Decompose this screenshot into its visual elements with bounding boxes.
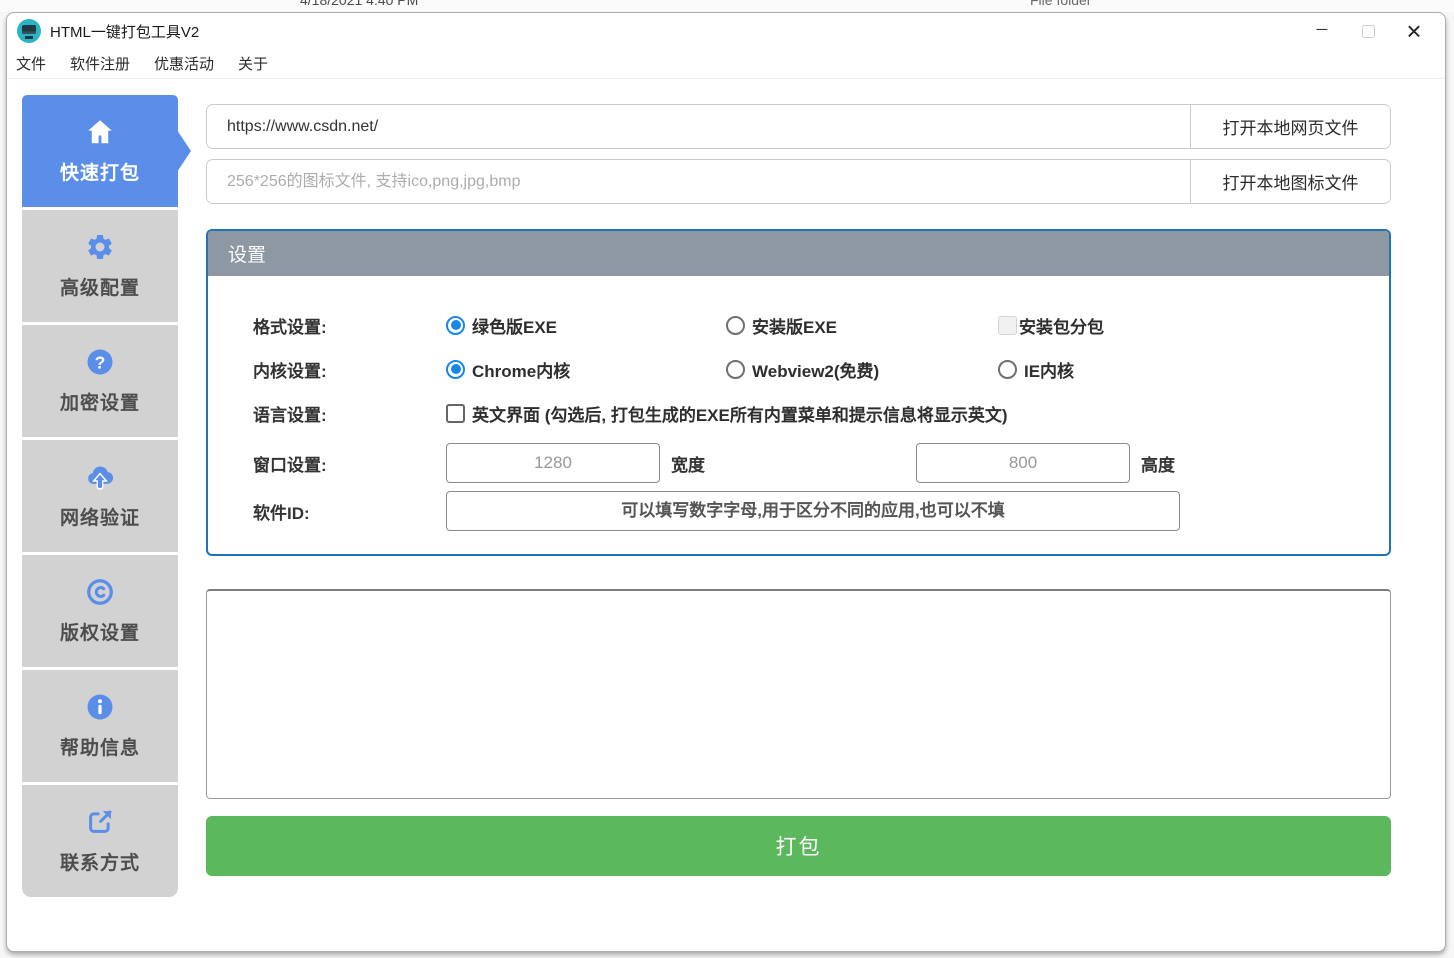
sidebar: 快速打包 高级配置 ? 加密设置 网络验证 版权设置 帮助信息 联系方式 bbox=[22, 95, 191, 897]
window-size-row: 窗口设置: 宽度 高度 bbox=[253, 443, 1389, 483]
radio-green-exe[interactable]: 绿色版EXE bbox=[446, 313, 726, 338]
window-controls: ─ × bbox=[1299, 13, 1437, 49]
window-title: HTML一键打包工具V2 bbox=[50, 23, 200, 41]
close-button[interactable]: × bbox=[1391, 13, 1437, 49]
copyright-icon bbox=[85, 577, 115, 607]
option-label: 绿色版EXE bbox=[472, 317, 558, 337]
info-icon bbox=[85, 692, 115, 722]
menu-item-register[interactable]: 软件注册 bbox=[70, 53, 130, 74]
radio-chrome-kernel[interactable]: Chrome内核 bbox=[446, 357, 726, 382]
language-settings-row: 语言设置: 英文界面 (勾选后, 打包生成的EXE所有内置菜单和提示信息将显示英… bbox=[253, 400, 1389, 426]
main-content: 打开本地网页文件 打开本地图标文件 设置 格式设置: 绿色版EXE 安装版EXE bbox=[206, 104, 1391, 876]
home-icon bbox=[85, 117, 115, 147]
checkbox-icon bbox=[446, 403, 465, 423]
option-label: Webview2(免费) bbox=[752, 361, 880, 381]
settings-panel: 设置 格式设置: 绿色版EXE 安装版EXE 安装包分包 内核设置: Chrom… bbox=[206, 229, 1391, 556]
desktop-text-fragment: File folder bbox=[1030, 0, 1092, 8]
menu-item-promo[interactable]: 优惠活动 bbox=[154, 53, 214, 74]
format-settings-label: 格式设置: bbox=[253, 317, 327, 337]
settings-panel-body: 格式设置: 绿色版EXE 安装版EXE 安装包分包 内核设置: Chrome内核… bbox=[208, 276, 1389, 531]
package-button[interactable]: 打包 bbox=[206, 816, 1391, 876]
option-label: IE内核 bbox=[1024, 361, 1075, 381]
checkbox-english-ui[interactable]: 英文界面 (勾选后, 打包生成的EXE所有内置菜单和提示信息将显示英文) bbox=[446, 401, 1389, 426]
checkbox-icon bbox=[998, 315, 1017, 335]
open-local-html-button[interactable]: 打开本地网页文件 bbox=[1190, 105, 1390, 148]
app-id-input[interactable] bbox=[446, 491, 1180, 531]
radio-installer-exe[interactable]: 安装版EXE bbox=[726, 313, 998, 338]
option-label: 安装版EXE bbox=[752, 317, 838, 337]
log-output-box bbox=[206, 589, 1391, 799]
title-bar: HTML一键打包工具V2 ─ × bbox=[7, 13, 1445, 49]
height-label: 高度 bbox=[1141, 455, 1175, 475]
app-id-label: 软件ID: bbox=[253, 503, 310, 523]
sidebar-item-label: 加密设置 bbox=[59, 393, 140, 414]
minimize-button[interactable]: ─ bbox=[1299, 13, 1345, 49]
menu-item-about[interactable]: 关于 bbox=[238, 53, 268, 74]
maximize-button[interactable] bbox=[1345, 13, 1391, 49]
sidebar-item-label: 帮助信息 bbox=[59, 738, 140, 759]
sidebar-item-label: 网络验证 bbox=[59, 508, 140, 529]
sidebar-item-help[interactable]: 帮助信息 bbox=[22, 670, 178, 782]
radio-icon bbox=[726, 359, 745, 379]
url-input[interactable] bbox=[207, 105, 1190, 148]
gear-icon bbox=[85, 232, 115, 262]
desktop-background: 4/18/2021 4:40 PM File folder bbox=[0, 0, 1454, 12]
menu-item-file[interactable]: 文件 bbox=[16, 53, 46, 74]
desktop-text-fragment: 4/18/2021 4:40 PM bbox=[300, 0, 419, 8]
svg-text:?: ? bbox=[95, 352, 106, 372]
radio-ie-kernel[interactable]: IE内核 bbox=[998, 357, 1389, 382]
icon-input-group: 打开本地图标文件 bbox=[206, 159, 1391, 204]
option-label: 英文界面 (勾选后, 打包生成的EXE所有内置菜单和提示信息将显示英文) bbox=[472, 405, 1008, 425]
app-window: HTML一键打包工具V2 ─ × 文件 软件注册 优惠活动 关于 快速打包 高级… bbox=[6, 12, 1446, 952]
window-size-label: 窗口设置: bbox=[253, 455, 327, 475]
radio-icon bbox=[446, 359, 465, 379]
sidebar-item-contact[interactable]: 联系方式 bbox=[22, 785, 178, 897]
share-icon bbox=[85, 807, 115, 837]
radio-icon bbox=[998, 359, 1017, 379]
url-input-group: 打开本地网页文件 bbox=[206, 104, 1391, 149]
settings-panel-title: 设置 bbox=[208, 231, 1389, 276]
app-logo-icon bbox=[17, 19, 41, 43]
window-height-input[interactable] bbox=[916, 443, 1130, 483]
width-label: 宽度 bbox=[671, 455, 705, 475]
radio-icon bbox=[726, 315, 745, 335]
cloud-upload-icon bbox=[85, 462, 115, 492]
sidebar-item-label: 高级配置 bbox=[59, 278, 140, 299]
radio-webview2[interactable]: Webview2(免费) bbox=[726, 357, 998, 382]
sidebar-item-copyright[interactable]: 版权设置 bbox=[22, 555, 178, 667]
sidebar-item-network-verify[interactable]: 网络验证 bbox=[22, 440, 178, 552]
kernel-settings-row: 内核设置: Chrome内核 Webview2(免费) IE内核 bbox=[253, 356, 1389, 382]
sidebar-item-label: 版权设置 bbox=[59, 623, 140, 644]
sidebar-item-quick-package[interactable]: 快速打包 bbox=[22, 95, 191, 207]
window-width-input[interactable] bbox=[446, 443, 660, 483]
radio-icon bbox=[446, 315, 465, 335]
sidebar-item-label: 快速打包 bbox=[59, 163, 140, 184]
checkbox-split-package[interactable]: 安装包分包 bbox=[998, 313, 1389, 338]
format-settings-row: 格式设置: 绿色版EXE 安装版EXE 安装包分包 bbox=[253, 312, 1389, 338]
menu-bar: 文件 软件注册 优惠活动 关于 bbox=[7, 49, 1445, 79]
open-local-icon-button[interactable]: 打开本地图标文件 bbox=[1190, 160, 1390, 203]
icon-file-input[interactable] bbox=[207, 160, 1190, 203]
maximize-icon bbox=[1361, 24, 1375, 38]
sidebar-item-label: 联系方式 bbox=[59, 853, 140, 874]
app-id-row: 软件ID: bbox=[253, 491, 1389, 531]
kernel-settings-label: 内核设置: bbox=[253, 361, 327, 381]
option-label: Chrome内核 bbox=[472, 361, 571, 381]
question-icon: ? bbox=[85, 347, 115, 377]
sidebar-item-encryption[interactable]: ? 加密设置 bbox=[22, 325, 178, 437]
option-label: 安装包分包 bbox=[1019, 317, 1104, 337]
language-settings-label: 语言设置: bbox=[253, 405, 327, 425]
sidebar-item-advanced-config[interactable]: 高级配置 bbox=[22, 210, 178, 322]
